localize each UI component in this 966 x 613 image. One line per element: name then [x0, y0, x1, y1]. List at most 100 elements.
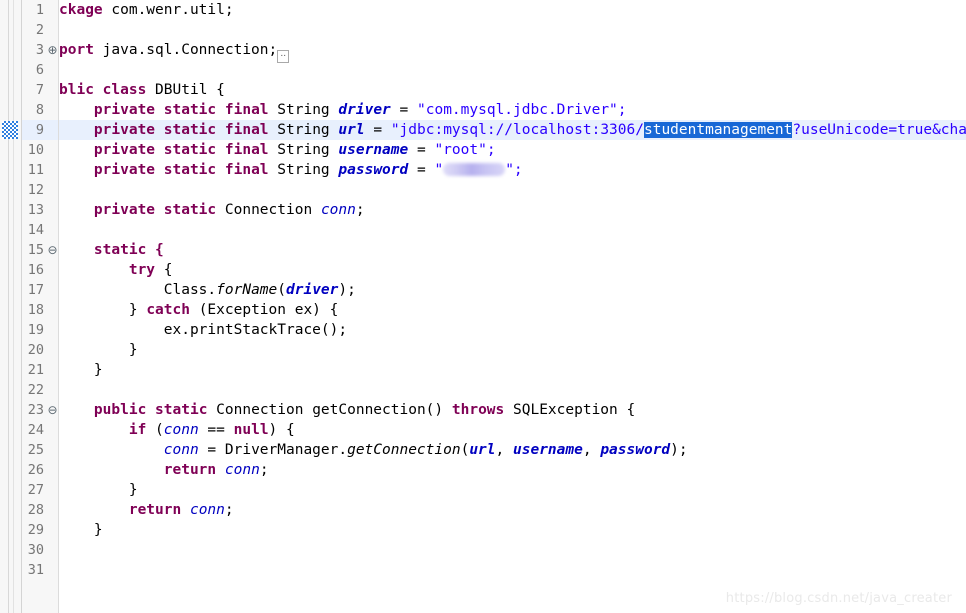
code-line-15[interactable]: static { — [59, 240, 164, 260]
token-import-keyword: port — [59, 42, 94, 58]
code-line-11[interactable]: private static final String password = "… — [59, 160, 523, 180]
token-close-brace: } — [93, 362, 103, 378]
code-line-18[interactable]: } catch (Exception ex) { — [59, 300, 339, 320]
token-string-type: String — [277, 122, 330, 138]
line-number-16: 16 — [27, 262, 44, 278]
token-private-keyword: private — [93, 102, 156, 118]
watermark-text: https://blog.csdn.net/java_creater — [725, 591, 952, 606]
code-line-27[interactable]: } — [59, 480, 138, 500]
code-line-20[interactable]: } — [59, 340, 138, 360]
token-return-keyword: return — [128, 502, 182, 518]
code-line-9[interactable]: private static final String url = "jdbc:… — [59, 120, 966, 140]
line-number-29: 29 — [27, 522, 44, 538]
current-line-gutter-highlight — [46, 120, 58, 140]
line-number-22: 22 — [27, 382, 44, 398]
token-static-keyword: static — [163, 122, 217, 138]
token-static-keyword: static — [163, 162, 217, 178]
line-number-24: 24 — [27, 422, 44, 438]
line-number-3: 3 — [35, 42, 44, 58]
code-editor[interactable]: 1 2 3 6 7 8 9 10 11 12 13 14 15 16 17 18 19 20 21 22 23 24 25 2… — [0, 0, 966, 613]
token-comma: , — [495, 442, 513, 458]
line-number-15: 15 — [27, 242, 44, 258]
code-line-25[interactable]: conn = DriverManager.getConnection(url, … — [59, 440, 688, 460]
code-line-8[interactable]: private static final String driver = "co… — [59, 100, 627, 120]
line-number-18: 18 — [27, 302, 44, 318]
line-number-21: 21 — [27, 362, 44, 378]
token-field-conn: conn — [163, 422, 199, 438]
line-number-26: 26 — [27, 462, 44, 478]
code-line-26[interactable]: return conn; — [59, 460, 269, 480]
collapse-fold-icon-line-15[interactable]: ⊖ — [47, 244, 58, 256]
token-private-keyword: private — [93, 122, 156, 138]
token-paren-close: ); — [670, 442, 688, 458]
token-method-forname: forName — [216, 282, 278, 298]
token-string-type: String — [277, 142, 330, 158]
collapse-fold-icon-line-23[interactable]: ⊖ — [47, 404, 58, 416]
code-text-area[interactable]: ckage com.wenr.util; port java.sql.Conne… — [59, 0, 966, 613]
line-number-19: 19 — [27, 322, 44, 338]
code-line-29[interactable]: } — [59, 520, 103, 540]
token-try-keyword: try — [128, 262, 156, 278]
token-final-keyword: final — [224, 142, 269, 158]
token-exception-type: SQLException { — [513, 402, 636, 418]
token-static-keyword: static — [163, 102, 217, 118]
code-line-17[interactable]: Class.forName(driver); — [59, 280, 356, 300]
line-number-30: 30 — [27, 542, 44, 558]
code-line-1[interactable]: ckage com.wenr.util; — [59, 0, 234, 20]
token-null-keyword: null — [233, 422, 269, 438]
selected-text[interactable]: studentmanagement — [643, 122, 793, 138]
line-number-27: 27 — [27, 482, 44, 498]
code-line-21[interactable]: } — [59, 360, 103, 380]
token-catch-keyword: catch — [146, 302, 190, 318]
line-number-9: 9 — [35, 122, 44, 138]
token-field-password: password — [338, 162, 409, 178]
token-private-keyword: private — [93, 202, 156, 218]
code-line-7[interactable]: blic class DBUtil { — [59, 80, 225, 100]
token-throws-keyword: throws — [451, 402, 505, 418]
code-line-28[interactable]: return conn; — [59, 500, 234, 520]
token-forname-close: ); — [338, 282, 356, 298]
line-number-20: 20 — [27, 342, 44, 358]
change-marker-icon[interactable] — [2, 121, 18, 139]
code-line-19[interactable]: ex.printStackTrace(); — [59, 320, 347, 340]
token-return-keyword: return — [163, 462, 217, 478]
annotation-ruler[interactable] — [0, 0, 22, 613]
code-line-13[interactable]: private static Connection conn; — [59, 200, 365, 220]
code-line-10[interactable]: private static final String username = "… — [59, 140, 496, 160]
token-field-password: password — [600, 442, 671, 458]
token-static-block: static { — [93, 242, 164, 258]
token-comma: , — [582, 442, 601, 458]
token-static-keyword: static — [163, 202, 217, 218]
token-field-url: url — [469, 442, 496, 458]
line-number-2: 2 — [35, 22, 44, 38]
token-root-string: "root"; — [434, 142, 496, 158]
collapsed-code-box[interactable]: .. — [277, 50, 290, 63]
token-public-keyword: public — [93, 402, 147, 418]
token-semicolon: ; — [259, 462, 269, 478]
token-close-brace: } — [128, 342, 138, 358]
token-field-url: url — [338, 122, 365, 138]
token-connection-type: Connection — [224, 202, 313, 218]
token-package-name: com.wenr.util; — [102, 2, 234, 18]
token-field-conn: conn — [320, 202, 356, 218]
line-number-7: 7 — [35, 82, 44, 98]
token-string-type: String — [277, 162, 330, 178]
line-number-17: 17 — [27, 282, 44, 298]
line-number-11: 11 — [27, 162, 44, 178]
code-line-3[interactable]: port java.sql.Connection;.. — [59, 40, 290, 63]
line-number-13: 13 — [27, 202, 44, 218]
expand-fold-icon-line-3[interactable]: ⊕ — [47, 44, 58, 56]
token-semicolon: ; — [224, 502, 234, 518]
line-number-gutter[interactable]: 1 2 3 6 7 8 9 10 11 12 13 14 15 16 17 18 19 20 21 22 23 24 25 2… — [22, 0, 46, 613]
code-line-16[interactable]: try { — [59, 260, 173, 280]
token-field-driver: driver — [338, 102, 391, 118]
token-package-keyword: ckage — [59, 2, 103, 18]
token-method-signature: Connection getConnection() — [216, 402, 452, 418]
token-catch-args: (Exception ex) { — [189, 302, 339, 318]
code-line-24[interactable]: if (conn == null) { — [59, 420, 295, 440]
token-field-conn: conn — [163, 442, 199, 458]
code-folding-gutter[interactable]: ⊕ ⊖ ⊖ — [46, 0, 59, 613]
code-line-23[interactable]: public static Connection getConnection()… — [59, 400, 635, 420]
token-string-type: String — [277, 102, 330, 118]
line-number-10: 10 — [27, 142, 44, 158]
